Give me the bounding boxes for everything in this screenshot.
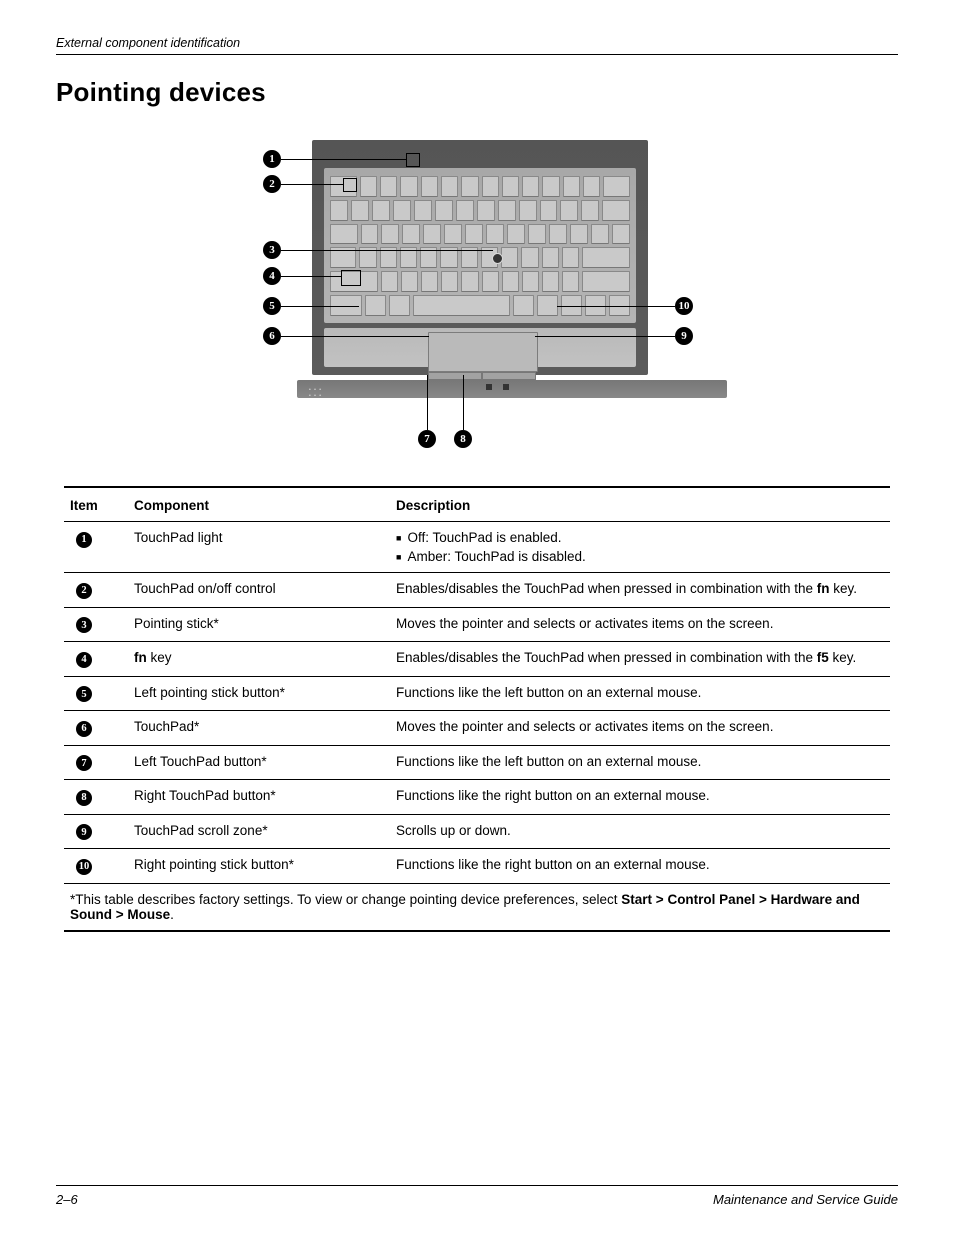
callout-3: 3 xyxy=(263,241,281,259)
item-badge: 2 xyxy=(76,583,92,599)
pointing-stick-icon xyxy=(492,253,503,264)
item-badge: 3 xyxy=(76,617,92,633)
description-cell: Enables/disables the TouchPad when press… xyxy=(390,642,890,677)
table-row: 6 TouchPad*Moves the pointer and selects … xyxy=(64,711,890,746)
callout-4: 4 xyxy=(263,267,281,285)
component-cell: fn key xyxy=(128,642,390,677)
item-badge: 8 xyxy=(76,790,92,806)
table-row: 5 Left pointing stick button*Functions li… xyxy=(64,676,890,711)
description-cell: Enables/disables the TouchPad when press… xyxy=(390,573,890,608)
component-cell: TouchPad scroll zone* xyxy=(128,814,390,849)
description-bullet: Off: TouchPad is enabled. xyxy=(396,530,884,545)
component-cell: TouchPad light xyxy=(128,522,390,573)
table-body: 1TouchPad lightOff: TouchPad is enabled.… xyxy=(64,522,890,931)
description-cell: Functions like the left button on an ext… xyxy=(390,676,890,711)
item-badge: 9 xyxy=(76,824,92,840)
component-table: Item Component Description 1 TouchPad lig… xyxy=(64,486,890,932)
table-row: 10 Right pointing stick button*Functions … xyxy=(64,849,890,884)
item-cell: 4 xyxy=(64,642,128,677)
item-cell: 5 xyxy=(64,676,128,711)
page-footer: 2–6 Maintenance and Service Guide xyxy=(56,1185,898,1207)
table-row: 1TouchPad lightOff: TouchPad is enabled.… xyxy=(64,522,890,573)
item-badge: 4 xyxy=(76,652,92,668)
callout-2: 2 xyxy=(263,175,281,193)
component-cell: Pointing stick* xyxy=(128,607,390,642)
front-edge: • • •• • • xyxy=(297,380,727,398)
callout-9: 9 xyxy=(675,327,693,345)
document-page: External component identification Pointi… xyxy=(0,0,954,1235)
col-header-item: Item xyxy=(64,487,128,522)
running-header: External component identification xyxy=(56,36,898,55)
table-row: 9 TouchPad scroll zone*Scrolls up or down… xyxy=(64,814,890,849)
item-cell: 10 xyxy=(64,849,128,884)
laptop-diagram: • • •• • • 1 2 3 4 5 6 7 xyxy=(257,128,697,458)
description-cell: Moves the pointer and selects or activat… xyxy=(390,607,890,642)
footnote-row: *This table describes factory settings. … xyxy=(64,883,890,931)
touchpad-icon xyxy=(428,332,538,372)
keyboard-icon xyxy=(330,176,630,316)
col-header-description: Description xyxy=(390,487,890,522)
item-cell: 8 xyxy=(64,780,128,815)
component-cell: Right pointing stick button* xyxy=(128,849,390,884)
component-cell: TouchPad* xyxy=(128,711,390,746)
description-cell: Functions like the right button on an ex… xyxy=(390,849,890,884)
item-cell: 2 xyxy=(64,573,128,608)
table-row: 2 TouchPad on/off controlEnables/disables… xyxy=(64,573,890,608)
callout-8: 8 xyxy=(454,430,472,448)
item-cell: 7 xyxy=(64,745,128,780)
touchpad-buttons xyxy=(428,372,536,380)
component-cell: TouchPad on/off control xyxy=(128,573,390,608)
description-cell: Moves the pointer and selects or activat… xyxy=(390,711,890,746)
laptop-body xyxy=(312,140,648,375)
item-cell: 3 xyxy=(64,607,128,642)
guide-title: Maintenance and Service Guide xyxy=(713,1192,898,1207)
description-cell: Functions like the right button on an ex… xyxy=(390,780,890,815)
description-cell: Functions like the left button on an ext… xyxy=(390,745,890,780)
component-cell: Right TouchPad button* xyxy=(128,780,390,815)
description-bullet: Amber: TouchPad is disabled. xyxy=(396,549,884,564)
item-badge: 1 xyxy=(76,532,92,548)
item-cell: 9 xyxy=(64,814,128,849)
footnote-cell: *This table describes factory settings. … xyxy=(64,883,890,931)
description-cell: Scrolls up or down. xyxy=(390,814,890,849)
callout-6: 6 xyxy=(263,327,281,345)
table-row: 3 Pointing stick*Moves the pointer and se… xyxy=(64,607,890,642)
callout-10: 10 xyxy=(675,297,693,315)
item-badge: 6 xyxy=(76,721,92,737)
item-badge: 5 xyxy=(76,686,92,702)
component-cell: Left TouchPad button* xyxy=(128,745,390,780)
callout-5: 5 xyxy=(263,297,281,315)
component-cell: Left pointing stick button* xyxy=(128,676,390,711)
description-cell: Off: TouchPad is enabled. Amber: TouchPad… xyxy=(390,522,890,573)
table-row: 4 fn keyEnables/disables the TouchPad whe… xyxy=(64,642,890,677)
table-row: 7 Left TouchPad button*Functions like the… xyxy=(64,745,890,780)
item-cell: 1 xyxy=(64,522,128,573)
item-badge: 7 xyxy=(76,755,92,771)
callout-1: 1 xyxy=(263,150,281,168)
table-row: 8 Right TouchPad button*Functions like th… xyxy=(64,780,890,815)
callout-7: 7 xyxy=(418,430,436,448)
col-header-component: Component xyxy=(128,487,390,522)
diagram-wrapper: • • •• • • 1 2 3 4 5 6 7 xyxy=(56,128,898,458)
page-number: 2–6 xyxy=(56,1192,78,1207)
item-badge: 10 xyxy=(76,859,92,875)
section-title: Pointing devices xyxy=(56,77,898,108)
item-cell: 6 xyxy=(64,711,128,746)
